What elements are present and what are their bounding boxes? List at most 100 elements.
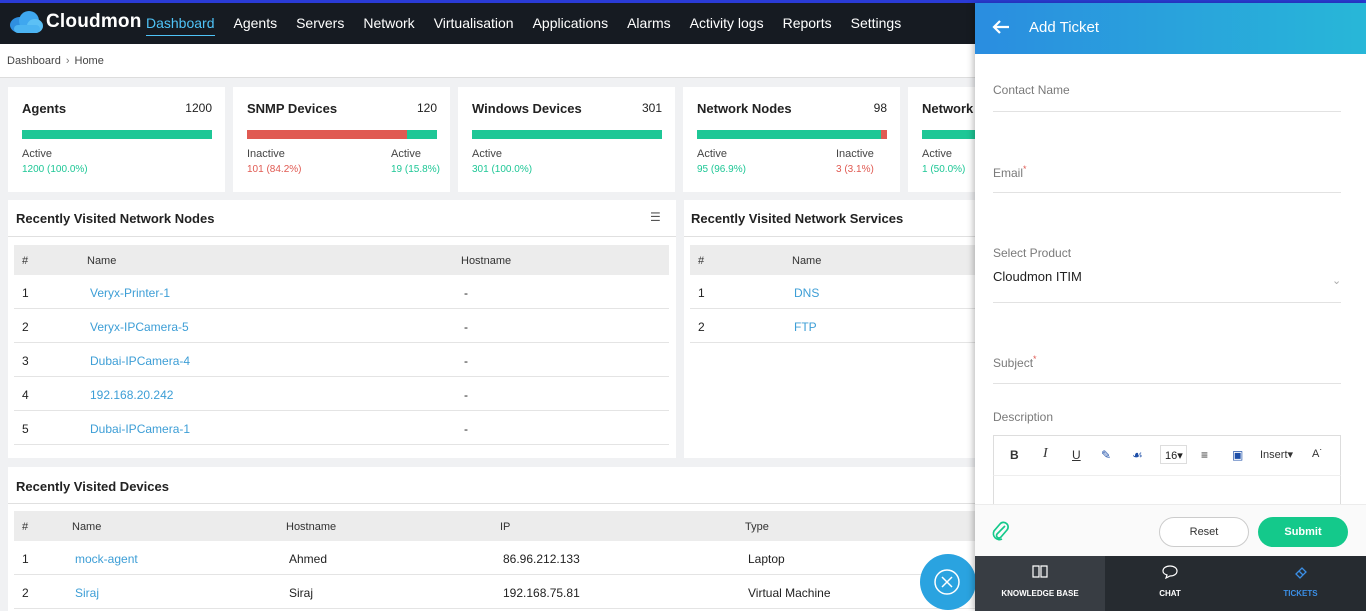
nav-virtualisation[interactable]: Virtualisation: [434, 3, 514, 44]
fill-color-icon[interactable]: ☙: [1132, 448, 1143, 462]
col-header[interactable]: Name: [792, 255, 821, 267]
table-row[interactable]: 2 FTP: [690, 309, 984, 343]
reset-button[interactable]: Reset: [1159, 517, 1249, 547]
row-link[interactable]: Dubai-IPCamera-1: [90, 422, 190, 436]
table-row[interactable]: 1 DNS: [690, 275, 984, 309]
col-header[interactable]: Name: [72, 521, 101, 533]
align-icon[interactable]: ≡: [1201, 448, 1208, 462]
breadcrumb-dashboard[interactable]: Dashboard: [7, 55, 61, 67]
close-circle-icon: [934, 569, 960, 595]
table-row[interactable]: 4 192.168.20.242 -: [14, 377, 669, 411]
cloudmon-logo[interactable]: Cloudmon: [8, 10, 142, 34]
row-link[interactable]: mock-agent: [75, 552, 138, 566]
app-name: Cloudmon: [46, 11, 142, 32]
underline-icon[interactable]: U: [1072, 448, 1081, 462]
stat-value: 95 (96.9%): [697, 164, 746, 175]
stat-label: Active: [391, 148, 421, 160]
cell: Laptop: [748, 552, 785, 566]
row-link[interactable]: DNS: [794, 286, 819, 300]
nav-dashboard[interactable]: Dashboard: [146, 3, 215, 36]
text-format-icon[interactable]: A˙: [1312, 448, 1323, 460]
stat-value: 1 (50.0%): [922, 164, 966, 175]
panel-title: Recently Visited Network Nodes: [16, 211, 215, 226]
table-row[interactable]: 1 mock-agent Ahmed 86.96.212.133 Laptop: [14, 541, 984, 575]
stat-label: Inactive: [836, 148, 874, 160]
cell: 192.168.75.81: [503, 586, 580, 600]
product-label: Select Product: [993, 246, 1072, 260]
cell: Ahmed: [289, 552, 328, 566]
insert-menu[interactable]: Insert▾: [1260, 448, 1293, 461]
support-tabs: KNOWLEDGE BASE CHAT TICKETS: [975, 556, 1366, 611]
email-field[interactable]: Email*: [993, 164, 1027, 180]
nav-activity-logs[interactable]: Activity logs: [690, 3, 764, 44]
table-row[interactable]: 5 Dubai-IPCamera-1 -: [14, 411, 669, 445]
col-header[interactable]: Name: [87, 255, 116, 267]
stat-value: 101 (84.2%): [247, 164, 302, 175]
card-title: SNMP Devices: [247, 101, 338, 116]
status-bar: [247, 130, 437, 139]
nav-agents[interactable]: Agents: [234, 3, 278, 44]
table-header: # Name: [690, 245, 984, 275]
font-size-select[interactable]: 16▾: [1160, 445, 1187, 464]
contact-name-field[interactable]: Contact Name: [993, 83, 1070, 97]
product-select[interactable]: Cloudmon ITIM: [993, 269, 1082, 284]
network-services-panel: Recently Visited Network Services # Name…: [684, 200, 984, 458]
image-icon[interactable]: ▣: [1232, 448, 1243, 462]
col-header[interactable]: Hostname: [286, 521, 336, 533]
tab-knowledge-base[interactable]: KNOWLEDGE BASE: [975, 556, 1105, 611]
cell: -: [464, 286, 468, 300]
close-support-button[interactable]: [920, 554, 976, 610]
nav-servers[interactable]: Servers: [296, 3, 344, 44]
nav-applications[interactable]: Applications: [533, 3, 609, 44]
description-editor[interactable]: [993, 475, 1341, 505]
stat-card[interactable]: SNMP Devices 120 Inactive 101 (84.2%) Active…: [233, 87, 450, 192]
nav-reports[interactable]: Reports: [783, 3, 832, 44]
nav-alarms[interactable]: Alarms: [627, 3, 671, 44]
cell: -: [464, 320, 468, 334]
attachment-icon[interactable]: [991, 520, 1011, 547]
nav-settings[interactable]: Settings: [851, 3, 902, 44]
cell: -: [464, 422, 468, 436]
subject-field[interactable]: Subject*: [993, 354, 1037, 370]
cell: Siraj: [289, 586, 314, 600]
row-link[interactable]: Veryx-IPCamera-5: [90, 320, 189, 334]
cell: 3: [22, 354, 29, 368]
back-arrow-icon[interactable]: [991, 17, 1011, 42]
pen-color-icon[interactable]: ✎: [1101, 448, 1111, 462]
stat-card[interactable]: Network Nodes 98 Active 95 (96.9%) Inactive 3…: [683, 87, 900, 192]
stat-card[interactable]: Windows Devices 301 Active 301 (100.0%): [458, 87, 675, 192]
submit-button[interactable]: Submit: [1258, 517, 1348, 547]
cloud-logo-icon: [8, 10, 44, 34]
row-link[interactable]: 192.168.20.242: [90, 388, 173, 402]
table-row[interactable]: 3 Dubai-IPCamera-4 -: [14, 343, 669, 377]
main-nav: Dashboard Agents Servers Network Virtualisat…: [146, 3, 920, 44]
ticket-icon: [1235, 565, 1366, 583]
breadcrumb-home: Home: [74, 55, 104, 67]
status-bar: [922, 130, 975, 139]
nav-network[interactable]: Network: [363, 3, 414, 44]
table-row[interactable]: 1 Veryx-Printer-1 -: [14, 275, 669, 309]
table-row[interactable]: 2 Veryx-IPCamera-5 -: [14, 309, 669, 343]
col-header[interactable]: Type: [745, 521, 769, 533]
stat-card[interactable]: Agents 1200 Active 1200 (100.0%): [8, 87, 225, 192]
col-header[interactable]: IP: [500, 521, 510, 533]
row-link[interactable]: Siraj: [75, 586, 99, 600]
stat-value: 301 (100.0%): [472, 164, 533, 175]
italic-icon[interactable]: I: [1043, 446, 1048, 462]
col-header[interactable]: Hostname: [461, 255, 511, 267]
table-row[interactable]: 2 Siraj Siraj 192.168.75.81 Virtual Machine: [14, 575, 984, 609]
bold-icon[interactable]: B: [1010, 448, 1019, 462]
list-icon[interactable]: ☰: [650, 210, 661, 224]
devices-panel: Recently Visited Devices # Name Hostname…: [8, 467, 984, 611]
chevron-down-icon[interactable]: ⌄: [1332, 274, 1341, 287]
row-link[interactable]: FTP: [794, 320, 817, 334]
row-link[interactable]: Veryx-Printer-1: [90, 286, 170, 300]
card-count: 98: [873, 101, 887, 115]
cell: 2: [22, 320, 29, 334]
tab-tickets[interactable]: TICKETS: [1235, 556, 1366, 611]
status-bar: [697, 130, 887, 139]
col-header: #: [698, 255, 705, 267]
cell: Virtual Machine: [748, 586, 831, 600]
row-link[interactable]: Dubai-IPCamera-4: [90, 354, 190, 368]
tab-chat[interactable]: CHAT: [1105, 556, 1235, 611]
